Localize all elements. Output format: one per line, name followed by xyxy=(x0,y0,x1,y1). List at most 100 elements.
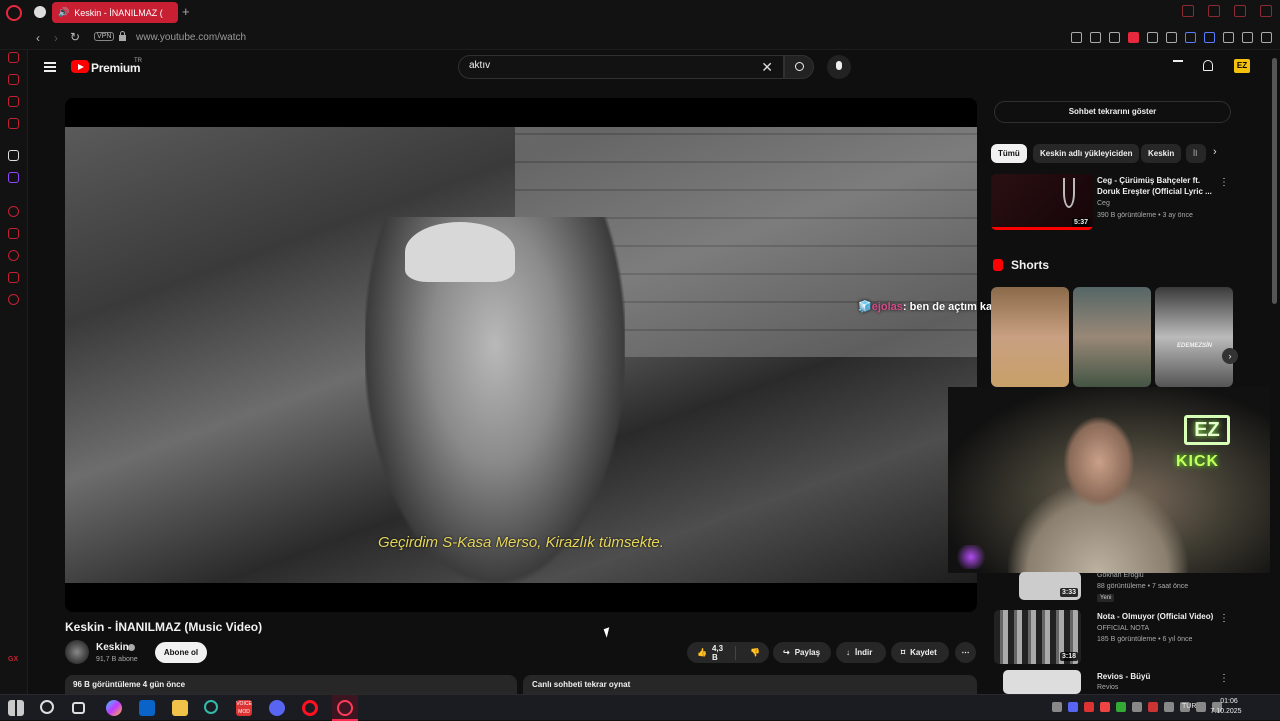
speaker-icon[interactable]: 🔊 xyxy=(58,7,69,18)
shorts-next-chevron-icon[interactable]: › xyxy=(1222,348,1238,364)
browser-tab-active[interactable]: 🔊 Keskin - İNANILMAZ ( xyxy=(52,2,178,23)
scrollbar-thumb[interactable] xyxy=(1272,58,1277,304)
heart-icon[interactable] xyxy=(1147,32,1158,43)
short-item[interactable]: EDEMEZSİN xyxy=(1155,287,1233,387)
video-player[interactable]: Geçirdim S-Kasa Merso, Kirazlık tümsekte… xyxy=(65,98,977,612)
recommendation-thumbnail[interactable]: 3:33 xyxy=(1019,572,1081,600)
translate-icon[interactable] xyxy=(1204,32,1215,43)
recommendation-thumbnail[interactable] xyxy=(1003,670,1081,694)
bell-icon[interactable] xyxy=(1203,60,1213,71)
short-item[interactable] xyxy=(1073,287,1151,387)
aria-icon[interactable] xyxy=(8,150,19,161)
more-icon[interactable]: ⋯ xyxy=(955,642,976,663)
download-button[interactable]: ↓ İndir xyxy=(836,642,886,663)
channel-name[interactable]: Keskin xyxy=(96,642,129,653)
mic-tray-icon[interactable] xyxy=(1164,702,1174,712)
voicemod-icon[interactable]: VOICE MOD xyxy=(236,700,252,716)
description-box[interactable]: 96 B görüntüleme 4 gün önce xyxy=(65,675,517,695)
clock-app-icon[interactable] xyxy=(204,700,218,714)
youtube-brand[interactable]: Premium xyxy=(91,61,141,75)
tray-app-icon[interactable] xyxy=(1116,702,1126,712)
task-view-icon[interactable] xyxy=(72,702,85,714)
chip-related[interactable]: İl xyxy=(1186,144,1206,163)
minimize-button[interactable] xyxy=(1208,5,1220,17)
settings-gear-icon[interactable] xyxy=(8,294,19,305)
back-icon[interactable]: ‹ xyxy=(36,31,40,45)
more-vert-icon[interactable]: ⋮ xyxy=(1219,613,1229,624)
chat-replay-box[interactable]: Canlı sohbeti tekrar oynat xyxy=(523,675,977,695)
extensions-icon[interactable] xyxy=(1223,32,1234,43)
share-button[interactable]: ↪ Paylaş xyxy=(773,642,831,663)
like-button[interactable]: 👍 4,3 B xyxy=(687,644,737,662)
voice-search-button[interactable] xyxy=(827,55,851,79)
close-window-button[interactable] xyxy=(1260,5,1272,17)
chevron-right-icon[interactable]: › xyxy=(1213,146,1217,158)
gx-control-icon[interactable]: GX xyxy=(8,656,18,663)
chip-all[interactable]: Tümü xyxy=(991,144,1027,163)
new-tab-plus-icon[interactable]: + xyxy=(182,4,190,19)
upload-icon[interactable] xyxy=(1173,60,1183,72)
player-icon[interactable] xyxy=(8,206,19,217)
youtube-logo-icon[interactable] xyxy=(71,60,89,73)
chip-from-uploader[interactable]: Keskin adlı yükleyiciden xyxy=(1033,144,1140,163)
clock-date[interactable]: 7.10.2025 xyxy=(1204,708,1248,715)
recommendation-item[interactable]: 5:37 Ceg - Çürümüş Bahçeler ft. Doruk Er… xyxy=(991,174,1231,232)
forward-icon[interactable]: › xyxy=(54,31,58,45)
steam-icon[interactable] xyxy=(1132,702,1142,712)
recommendation-item[interactable]: 3:18 Nota - Olmuyor (Official Video) OFF… xyxy=(991,610,1231,666)
outlook-icon[interactable] xyxy=(139,700,155,716)
snapshot-icon[interactable] xyxy=(1109,32,1120,43)
audio-icon[interactable] xyxy=(1185,32,1196,43)
play-icon[interactable] xyxy=(1166,32,1177,43)
zoom-icon[interactable] xyxy=(1071,32,1082,43)
mail-icon[interactable] xyxy=(8,96,19,107)
recommendation-channel[interactable]: Ceg xyxy=(1097,200,1110,207)
pin-icon[interactable] xyxy=(1090,32,1101,43)
history-icon[interactable] xyxy=(8,250,19,261)
recommendation-thumbnail[interactable]: 3:18 xyxy=(994,610,1081,664)
windows-icon[interactable] xyxy=(8,700,24,716)
clear-search-icon[interactable]: ✕ xyxy=(761,59,773,76)
opera-icon[interactable] xyxy=(6,5,22,21)
taskbar-search-icon[interactable] xyxy=(40,700,54,714)
hamburger-icon[interactable] xyxy=(44,62,56,72)
video-frame[interactable] xyxy=(65,127,977,583)
recommendation-title[interactable]: Revios - Büyü xyxy=(1097,671,1150,682)
more-vert-icon[interactable]: ⋮ xyxy=(1219,673,1229,684)
save-button[interactable]: ⌑ Kaydet xyxy=(891,642,949,663)
extensions-side-icon[interactable] xyxy=(8,272,19,283)
dislike-button[interactable]: 👎 xyxy=(741,648,769,657)
recommendation-channel[interactable]: Gökhan Eroğlu xyxy=(1097,572,1144,579)
clock-time[interactable]: 01:06 xyxy=(1212,698,1246,705)
twitch-icon[interactable] xyxy=(8,172,19,183)
bookmark-icon[interactable] xyxy=(8,228,19,239)
more-vert-icon[interactable]: ⋮ xyxy=(1219,177,1229,188)
tab-switcher-icon[interactable] xyxy=(34,6,46,18)
downloads-icon[interactable] xyxy=(1242,32,1253,43)
shield-icon[interactable] xyxy=(1128,32,1139,43)
search-button[interactable] xyxy=(784,55,814,79)
short-item[interactable] xyxy=(991,287,1069,387)
recommendation-item[interactable]: 3:33 Gökhan Eroğlu 88 görüntüleme • 7 sa… xyxy=(991,572,1231,604)
file-explorer-icon[interactable] xyxy=(172,700,188,716)
opera-taskbar-icon[interactable] xyxy=(302,700,318,716)
recommendation-channel[interactable]: Revios xyxy=(1097,684,1118,691)
channel-avatar[interactable] xyxy=(65,640,89,664)
bag-icon[interactable] xyxy=(8,74,19,85)
input-language[interactable]: TUR xyxy=(1182,703,1196,710)
opera-gx-taskbar-icon[interactable] xyxy=(332,695,358,721)
copilot-icon[interactable] xyxy=(106,700,122,716)
recommendation-thumbnail[interactable]: 5:37 xyxy=(991,174,1093,230)
recommendation-title[interactable]: Ceg - Çürümüş Bahçeler ft. Doruk Ereşter… xyxy=(1097,175,1217,197)
speed-dial-icon[interactable] xyxy=(8,52,19,63)
recommendation-channel[interactable]: OFFICIAL NOTA xyxy=(1097,625,1149,632)
tray-app-icon[interactable] xyxy=(1100,702,1110,712)
page-scrollbar[interactable] xyxy=(1270,50,1280,694)
search-input[interactable] xyxy=(469,60,749,71)
vpn-badge[interactable]: VPN xyxy=(94,32,115,41)
search-tabs-icon[interactable] xyxy=(1182,5,1194,17)
discord-tray-icon[interactable] xyxy=(1068,702,1078,712)
tray-app-icon[interactable] xyxy=(1148,702,1158,712)
reload-icon[interactable]: ↻ xyxy=(70,30,80,44)
tray-app-icon[interactable] xyxy=(1084,702,1094,712)
